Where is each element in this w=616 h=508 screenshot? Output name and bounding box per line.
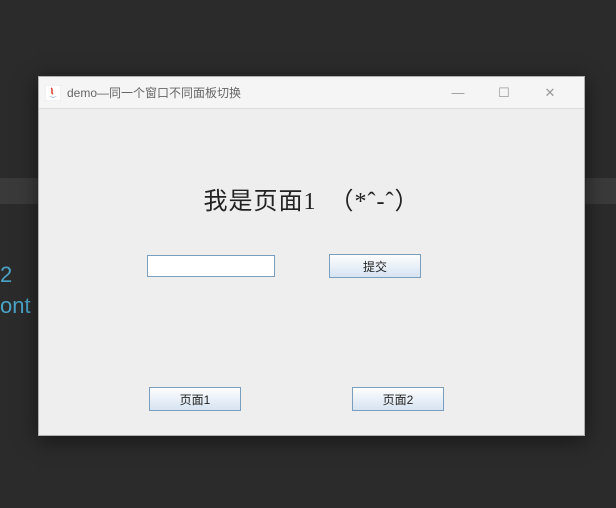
text-input[interactable] <box>147 255 275 277</box>
page-heading: 我是页面1 （*ˆ-ˆ） <box>39 181 584 216</box>
app-window: demo—同一个窗口不同面板切换 — ☐ ✕ 我是页面1 （*ˆ-ˆ） 提交 页… <box>38 76 585 436</box>
background-partial-text: 2 ont <box>0 260 31 322</box>
window-controls: — ☐ ✕ <box>444 83 578 103</box>
titlebar[interactable]: demo—同一个窗口不同面板切换 — ☐ ✕ <box>39 77 584 109</box>
page2-button[interactable]: 页面2 <box>352 387 444 411</box>
close-button[interactable]: ✕ <box>536 83 564 103</box>
java-app-icon <box>45 85 61 101</box>
window-title: demo—同一个窗口不同面板切换 <box>67 84 444 101</box>
content-panel: 我是页面1 （*ˆ-ˆ） 提交 页面1 页面2 <box>39 109 584 435</box>
page1-button[interactable]: 页面1 <box>149 387 241 411</box>
submit-button[interactable]: 提交 <box>329 254 421 278</box>
maximize-button[interactable]: ☐ <box>490 83 518 103</box>
minimize-button[interactable]: — <box>444 83 472 103</box>
bg-text-line1: 2 <box>0 260 31 291</box>
bg-text-line2: ont <box>0 291 31 322</box>
